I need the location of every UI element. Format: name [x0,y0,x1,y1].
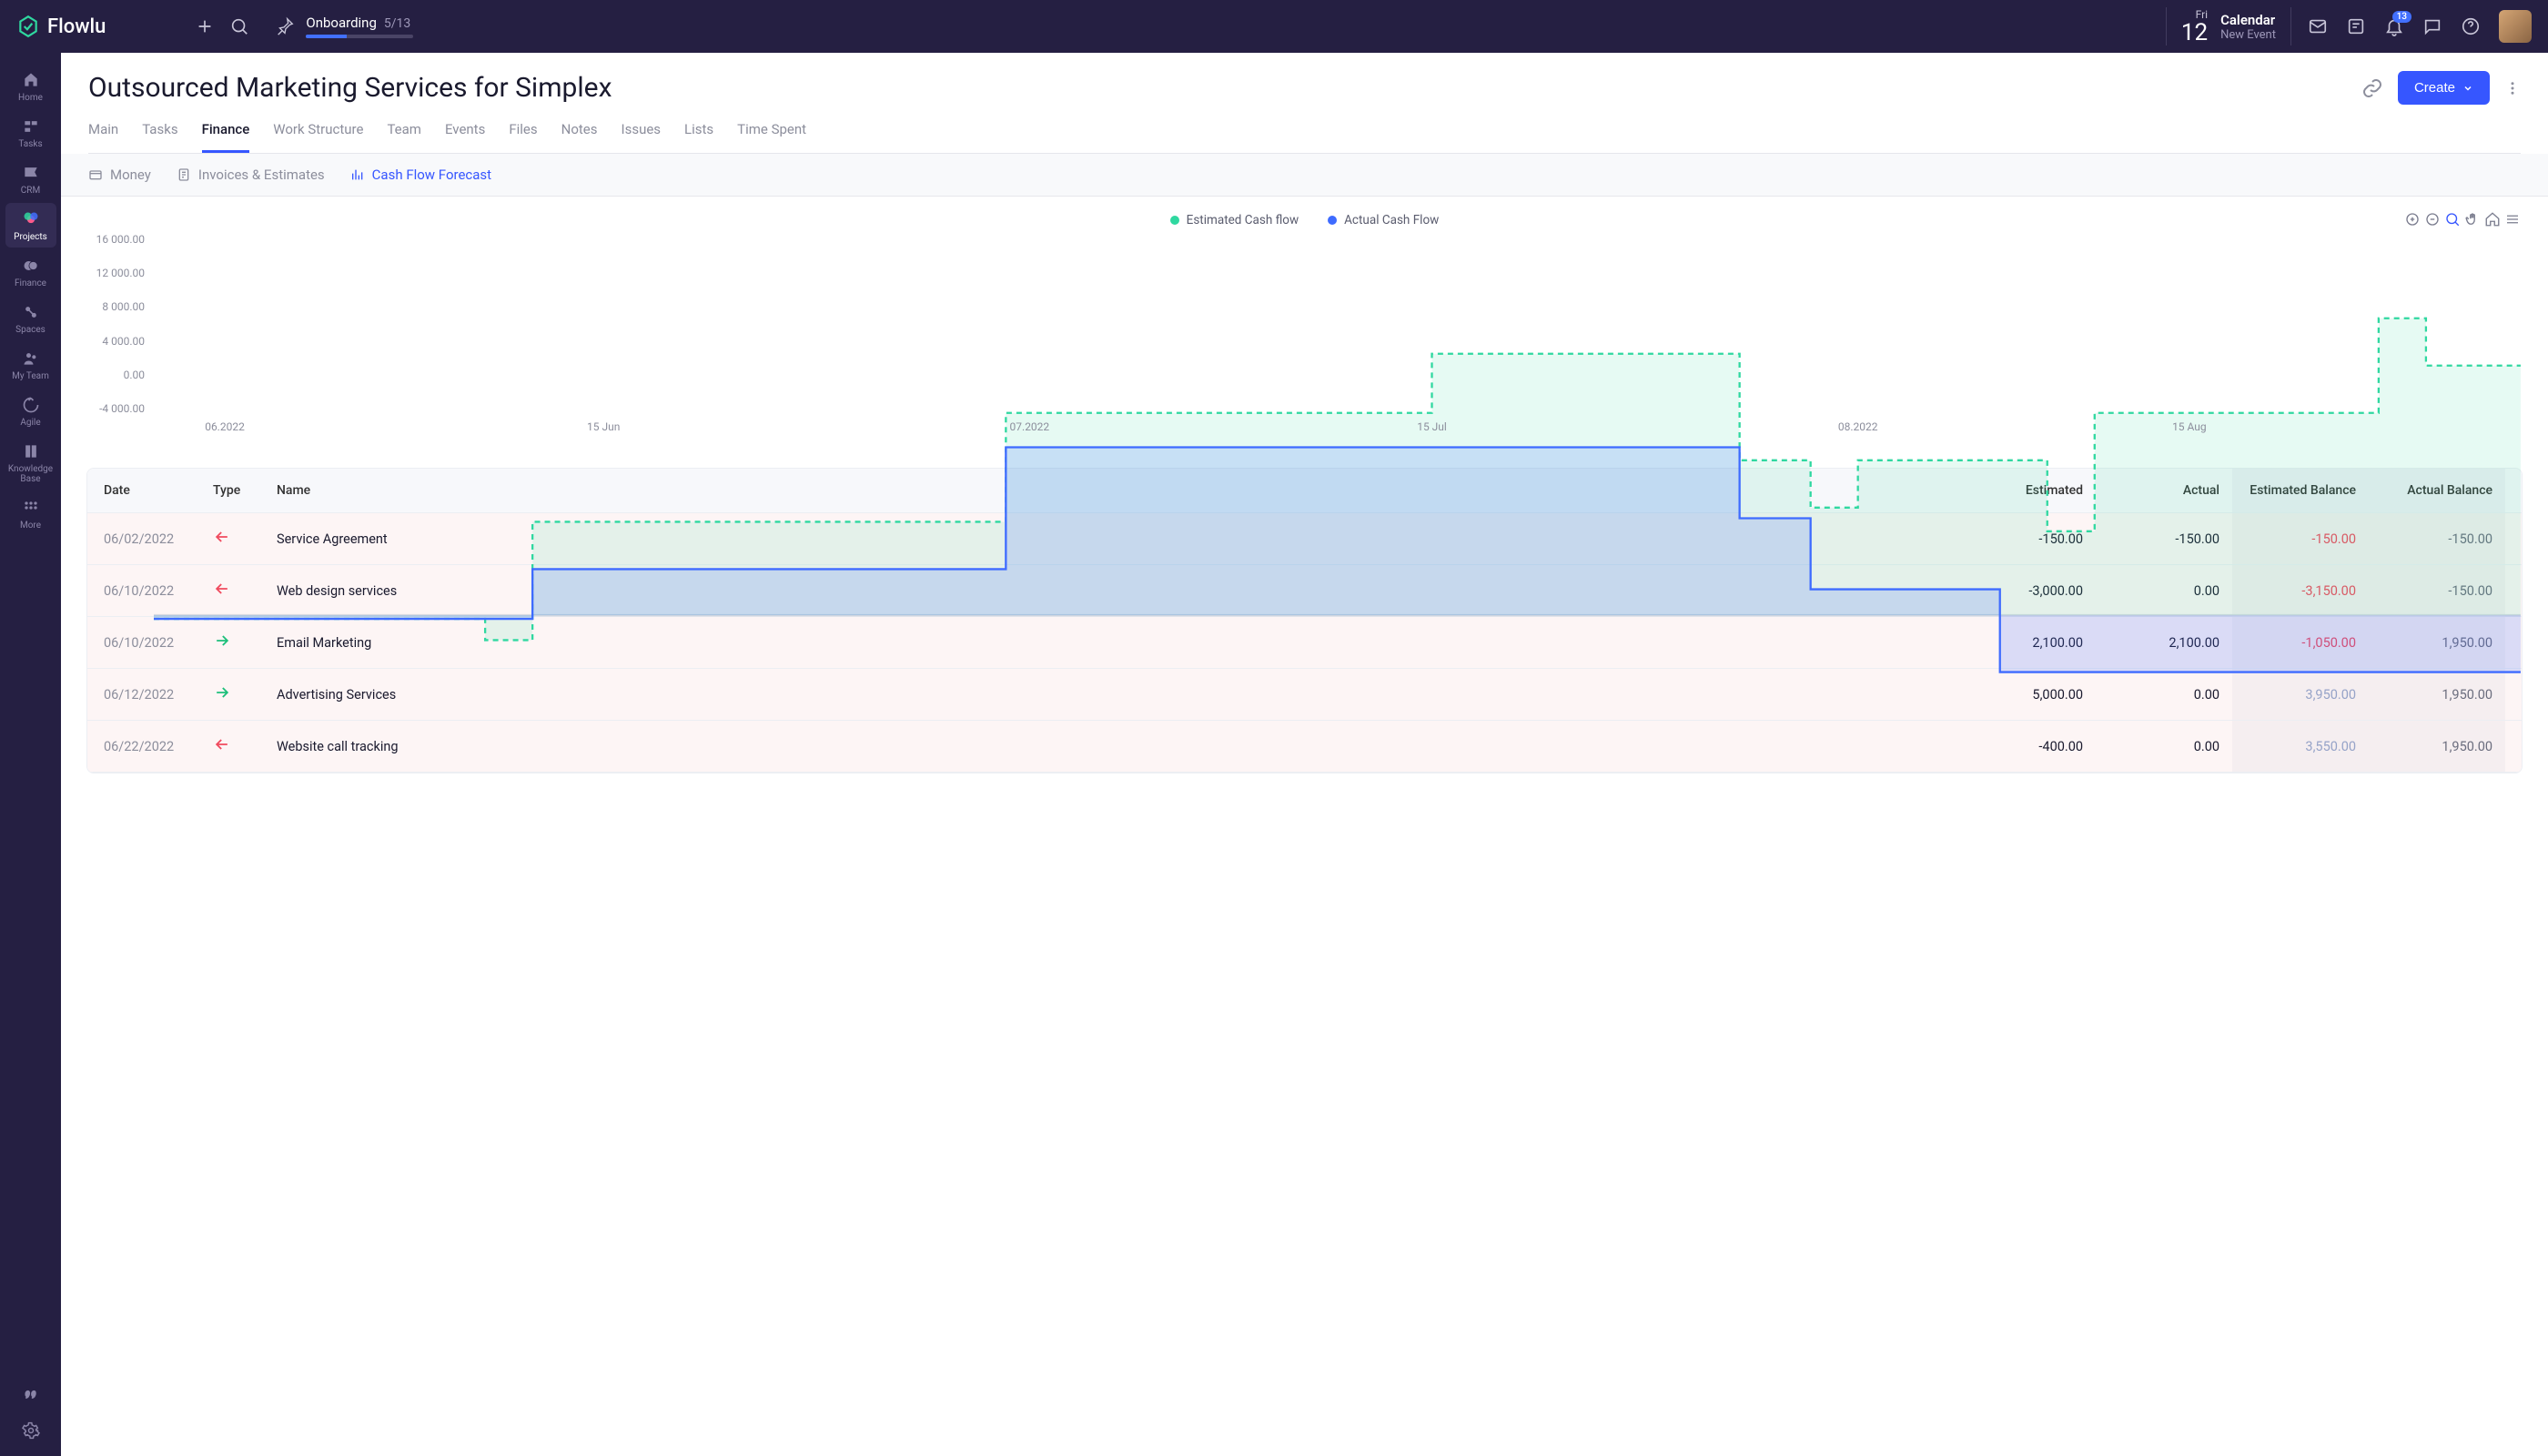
onboarding-label: Onboarding [306,15,377,31]
sidebar-item-kb[interactable]: Knowledge Base [5,435,56,490]
notification-badge: 13 [2392,11,2412,23]
pin-icon [275,16,295,36]
tab-events[interactable]: Events [445,121,485,153]
sidebar-settings-icon[interactable] [22,1421,40,1443]
search-button[interactable] [222,9,257,44]
chart: Estimated Cash flow Actual Cash Flow 16 … [61,197,2548,450]
tab-work-structure[interactable]: Work Structure [273,121,363,153]
chart-tools [2404,211,2521,231]
x-axis: 06.202215 Jun07.202215 Jul08.202215 Aug [154,420,2521,442]
tab-tasks[interactable]: Tasks [142,121,177,153]
calendar-label: Calendar [2220,12,2276,28]
sidebar-item-crm[interactable]: CRM [5,157,56,201]
legend-estimated[interactable]: Estimated Cash flow [1170,213,1299,228]
chat-icon[interactable] [2415,9,2450,44]
tab-issues[interactable]: Issues [622,121,662,153]
sidebar-item-home[interactable]: Home [5,64,56,108]
arrow-out-icon [213,735,277,757]
notifications-icon[interactable]: 13 [2377,9,2412,44]
tab-lists[interactable]: Lists [684,121,713,153]
row-name: Website call tracking [277,739,1959,754]
help-icon[interactable] [2453,9,2488,44]
onboarding-count: 5/13 [384,16,410,31]
menu-icon[interactable] [2504,211,2521,231]
subtabs: Money Invoices & Estimates Cash Flow Forec… [61,154,2548,197]
tab-time-spent[interactable]: Time Spent [737,121,806,153]
subtab-money[interactable]: Money [88,167,151,183]
topbar: Flowlu Onboarding 5/13 Fri 12 Calendar N… [0,0,2548,53]
tab-files[interactable]: Files [509,121,537,153]
date-daynum: 12 [2181,21,2208,45]
add-button[interactable] [187,9,222,44]
row-est-balance: 3,550.00 [2232,721,2369,772]
y-axis: 16 000.0012 000.008 000.004 000.000.00-4… [88,233,145,415]
onboarding-widget[interactable]: Onboarding 5/13 [275,15,413,38]
date-calendar-block[interactable]: Fri 12 Calendar New Event [2166,7,2291,46]
sidebar-item-finance[interactable]: Finance [5,249,56,294]
sidebar-quote-icon[interactable] [22,1385,40,1407]
tab-team[interactable]: Team [387,121,421,153]
home-icon[interactable] [2484,211,2501,231]
sidebar-item-myteam[interactable]: My Team [5,342,56,387]
sidebar: Home Tasks CRM Projects Finance Spaces M… [0,53,61,1456]
tab-finance[interactable]: Finance [202,121,250,153]
notes-icon[interactable] [2339,9,2373,44]
logo-icon [16,15,40,38]
inbox-icon[interactable] [2300,9,2335,44]
tabs: Main Tasks Finance Work Structure Team Events… [88,121,2521,154]
sidebar-item-tasks[interactable]: Tasks [5,110,56,155]
zoom-select-icon[interactable] [2444,211,2461,231]
pan-icon[interactable] [2464,211,2481,231]
subtab-invoices-estimates[interactable]: Invoices & Estimates [177,167,325,183]
tab-main[interactable]: Main [88,121,118,153]
zoom-out-icon[interactable] [2424,211,2441,231]
avatar[interactable] [2499,10,2532,43]
sidebar-item-more[interactable]: More [5,491,56,536]
main: Outsourced Marketing Services for Simple… [61,53,2548,1456]
logo[interactable]: Flowlu [16,15,106,38]
sidebar-item-agile[interactable]: Agile [5,389,56,433]
subtab-cash-flow-forecast[interactable]: Cash Flow Forecast [350,167,491,183]
row-estimated: -400.00 [1959,739,2096,754]
zoom-in-icon[interactable] [2404,211,2421,231]
page-title: Outsourced Marketing Services for Simple… [88,72,612,104]
chart-plot[interactable] [154,237,2521,710]
onboarding-progress [306,35,413,38]
link-icon[interactable] [2361,77,2383,99]
row-act-balance: 1,950.00 [2369,721,2505,772]
brand-name: Flowlu [47,15,106,38]
row-actual: 0.00 [2096,739,2232,754]
row-date: 06/22/2022 [104,739,213,754]
legend-actual[interactable]: Actual Cash Flow [1328,213,1439,228]
create-button[interactable]: Create [2398,71,2490,105]
tab-notes[interactable]: Notes [561,121,598,153]
sidebar-item-spaces[interactable]: Spaces [5,296,56,340]
table-row[interactable]: 06/22/2022 Website call tracking-400.000.… [87,721,2522,773]
chevron-down-icon [2462,83,2473,94]
more-icon[interactable] [2504,80,2521,96]
new-event-label: New Event [2220,28,2276,42]
sidebar-item-projects[interactable]: Projects [5,203,56,248]
